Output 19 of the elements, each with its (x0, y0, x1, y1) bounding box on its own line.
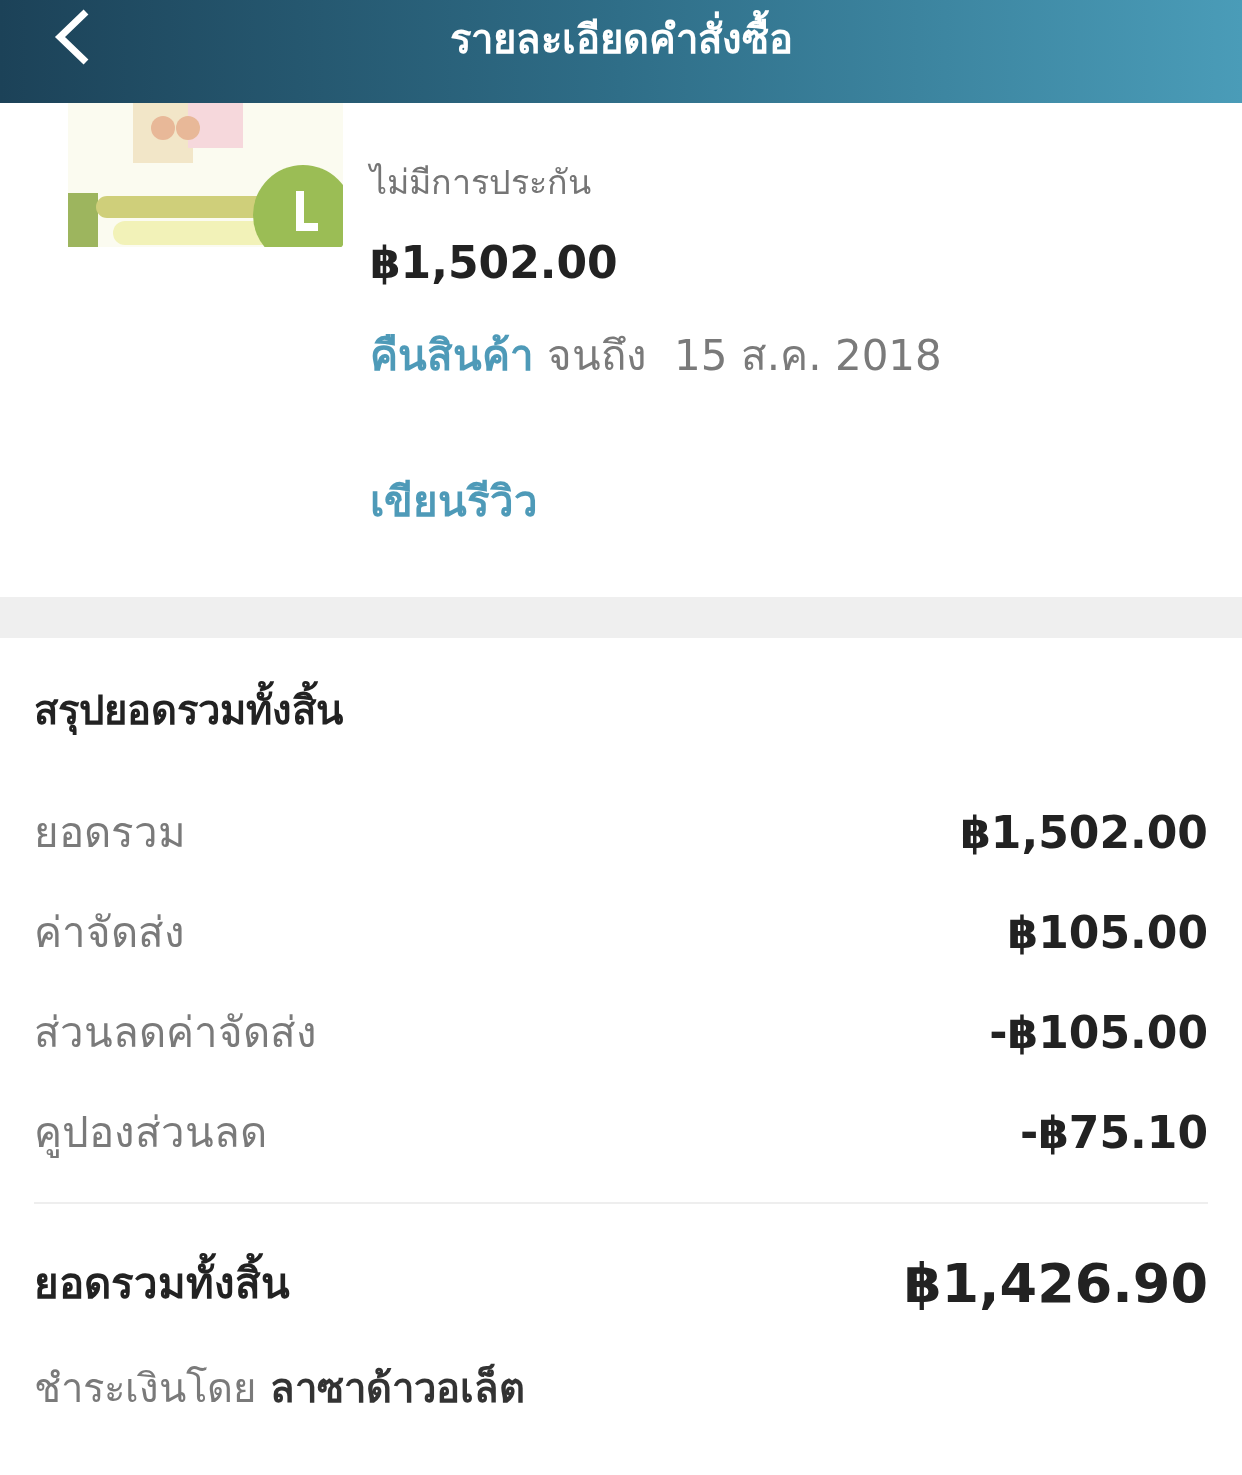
summary-amount: ฿105.00 (1007, 906, 1208, 958)
write-review-link[interactable]: เขียนรีวิว (370, 468, 538, 534)
page-title: รายละเอียดคำสั่งซื้อ (449, 6, 793, 71)
return-deadline-text: คืนสินค้า จนถึง 15 ส.ค. 2018 (370, 330, 942, 382)
return-link[interactable]: คืนสินค้า (370, 331, 534, 380)
summary-amount: -฿75.10 (1019, 1106, 1208, 1158)
summary-label: ค่าจัดส่ง (34, 907, 185, 959)
warranty-text: ไม่มีการประกัน (370, 161, 592, 204)
product-price: ฿1,502.00 (370, 237, 619, 288)
total-label: ยอดรวมทั้งสิ้น (34, 1250, 290, 1316)
summary-amount: ฿1,502.00 (960, 806, 1208, 858)
summary-label: คูปองส่วนลด (34, 1107, 267, 1160)
payment-method: ลาซาด้าวอเล็ต (270, 1362, 525, 1413)
summary-label: ยอดรวม (34, 807, 186, 859)
summary-amount: -฿105.00 (989, 1006, 1208, 1058)
summary-label: ส่วนลดค่าจัดส่ง (34, 1007, 317, 1059)
summary-title: สรุปยอดรวมทั้งสิ้น (34, 678, 1208, 742)
payment-label: ชำระเงินโดย (34, 1364, 256, 1413)
total-amount: ฿1,426.90 (903, 1251, 1208, 1315)
